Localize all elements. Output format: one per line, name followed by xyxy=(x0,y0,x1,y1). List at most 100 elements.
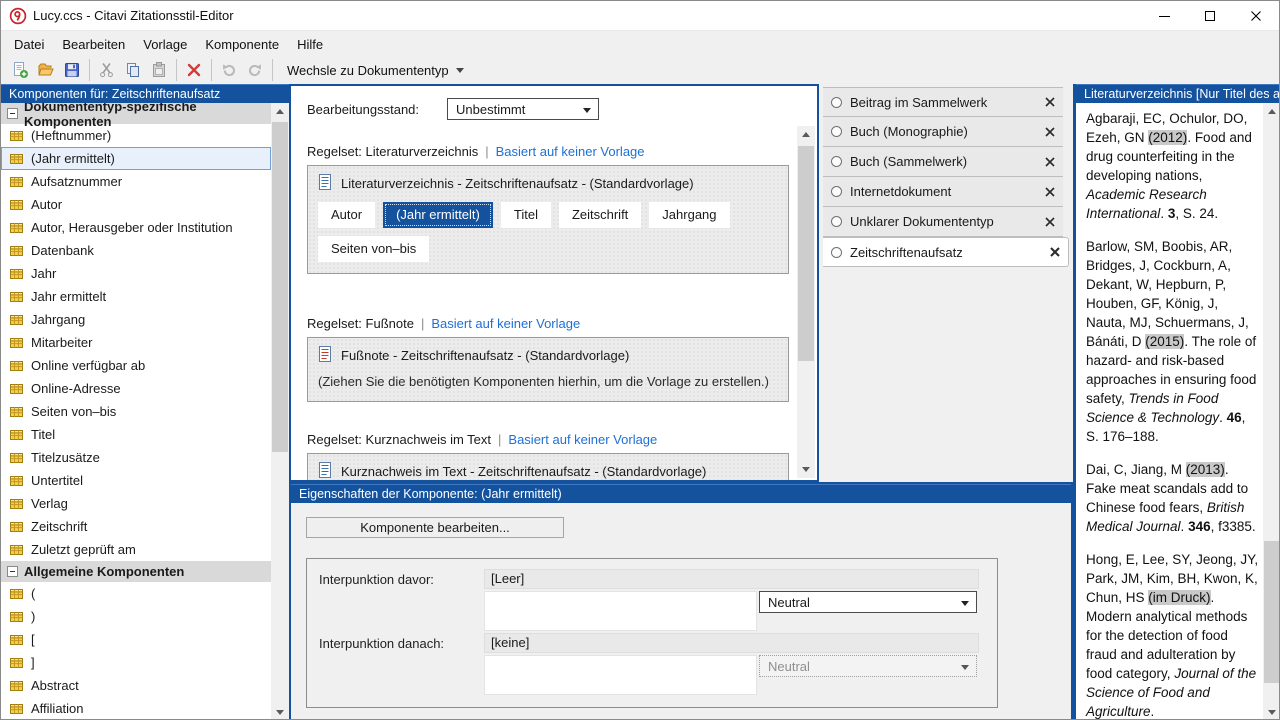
new-style-icon[interactable] xyxy=(7,58,33,82)
minimize-button[interactable] xyxy=(1141,1,1187,31)
component-item-mitarbeiter[interactable]: Mitarbeiter xyxy=(1,331,271,354)
edit-component-button[interactable]: Komponente bearbeiten... xyxy=(306,517,564,538)
menu-komponente[interactable]: Komponente xyxy=(196,34,288,55)
punctuation-after-value[interactable]: [keine] xyxy=(484,633,979,653)
sidebar-scrollbar[interactable] xyxy=(271,103,289,720)
delete-icon[interactable] xyxy=(181,58,207,82)
close-tab-icon[interactable] xyxy=(1045,217,1055,227)
template-chip-seiten-von-bis[interactable]: Seiten von–bis xyxy=(318,236,429,262)
template-chip-zeitschrift[interactable]: Zeitschrift xyxy=(559,202,641,228)
punctuation-after-input[interactable] xyxy=(484,655,757,695)
radio-icon[interactable] xyxy=(831,97,842,108)
component-item-abstract[interactable]: Abstract xyxy=(1,674,271,697)
tree-group-allgemeine-komponenten[interactable]: Allgemeine Komponenten xyxy=(1,561,271,582)
tree-group-dokumententyp-spezifische-komponenten[interactable]: Dokumententyp-spezifische Komponenten xyxy=(1,103,271,124)
template-chip-titel[interactable]: Titel xyxy=(501,202,551,228)
separator: | xyxy=(485,144,488,159)
component-item-affiliation[interactable]: Affiliation xyxy=(1,697,271,720)
close-button[interactable] xyxy=(1233,1,1279,31)
component-item-titel[interactable]: Titel xyxy=(1,423,271,446)
component-label: (Jahr ermittelt) xyxy=(31,151,115,166)
component-item-jahr[interactable]: Jahr xyxy=(1,262,271,285)
radio-icon[interactable] xyxy=(831,156,842,167)
template-title: Fußnote - Zeitschriftenaufsatz - (Standa… xyxy=(341,348,629,363)
doctype-tab-internetdokument[interactable]: Internetdokument xyxy=(823,177,1063,207)
scroll-down-icon[interactable] xyxy=(271,704,289,720)
template-chip-jahr-ermittelt[interactable]: (Jahr ermittelt) xyxy=(383,202,493,228)
punctuation-after-dropdown[interactable]: Neutral xyxy=(759,655,977,677)
collapse-icon[interactable] xyxy=(7,108,18,119)
scrollbar-thumb[interactable] xyxy=(1264,541,1280,683)
punctuation-before-value[interactable]: [Leer] xyxy=(484,569,979,589)
template-chip-jahrgang[interactable]: Jahrgang xyxy=(649,202,729,228)
scrollbar-thumb[interactable] xyxy=(798,146,814,361)
template-chip-autor[interactable]: Autor xyxy=(318,202,375,228)
component-item-item[interactable]: [ xyxy=(1,628,271,651)
scroll-up-icon[interactable] xyxy=(1263,103,1280,120)
close-tab-icon[interactable] xyxy=(1045,127,1055,137)
bibliography-scrollbar[interactable] xyxy=(1263,103,1280,720)
component-item-online-verfügbar-ab[interactable]: Online verfügbar ab xyxy=(1,354,271,377)
radio-icon[interactable] xyxy=(831,216,842,227)
scroll-up-icon[interactable] xyxy=(271,103,289,120)
component-item-autor-herausgeber-oder-institution[interactable]: Autor, Herausgeber oder Institution xyxy=(1,216,271,239)
based-on-template-link[interactable]: Basiert auf keiner Vorlage xyxy=(496,144,645,159)
doctype-tab-buch-sammelwerk[interactable]: Buch (Sammelwerk) xyxy=(823,147,1063,177)
component-item-zuletzt-geprüft-am[interactable]: Zuletzt geprüft am xyxy=(1,538,271,561)
save-icon[interactable] xyxy=(59,58,85,82)
cut-icon[interactable] xyxy=(94,58,120,82)
template-box[interactable]: Kurznachweis im Text - Zeitschriftenaufs… xyxy=(307,453,789,480)
close-tab-icon[interactable] xyxy=(1045,187,1055,197)
doctype-tab-unklarer-dokumententyp[interactable]: Unklarer Dokumententyp xyxy=(823,207,1063,237)
menu-vorlage[interactable]: Vorlage xyxy=(134,34,196,55)
paste-icon[interactable] xyxy=(146,58,172,82)
close-tab-icon[interactable] xyxy=(1045,157,1055,167)
close-tab-icon[interactable] xyxy=(1050,247,1060,257)
component-item-seiten-von-bis[interactable]: Seiten von–bis xyxy=(1,400,271,423)
open-icon[interactable] xyxy=(33,58,59,82)
switch-doctype-button[interactable]: Wechsle zu Dokumententyp xyxy=(277,59,474,82)
component-item-jahr-ermittelt[interactable]: (Jahr ermittelt) xyxy=(1,147,271,170)
scroll-down-icon[interactable] xyxy=(797,461,815,478)
radio-icon[interactable] xyxy=(831,126,842,137)
copy-icon[interactable] xyxy=(120,58,146,82)
template-box[interactable]: Fußnote - Zeitschriftenaufsatz - (Standa… xyxy=(307,337,789,402)
component-item-datenbank[interactable]: Datenbank xyxy=(1,239,271,262)
based-on-template-link[interactable]: Basiert auf keiner Vorlage xyxy=(431,316,580,331)
component-item-verlag[interactable]: Verlag xyxy=(1,492,271,515)
menu-bearbeiten[interactable]: Bearbeiten xyxy=(53,34,134,55)
component-item-item[interactable]: ) xyxy=(1,605,271,628)
editor-scrollbar[interactable] xyxy=(797,126,815,478)
scroll-down-icon[interactable] xyxy=(1263,704,1280,720)
component-item-jahr-ermittelt[interactable]: Jahr ermittelt xyxy=(1,285,271,308)
state-dropdown[interactable]: Unbestimmt xyxy=(447,98,599,120)
doctype-tab-zeitschriftenaufsatz[interactable]: Zeitschriftenaufsatz xyxy=(823,237,1069,267)
undo-icon[interactable] xyxy=(216,58,242,82)
component-item-titelzusätze[interactable]: Titelzusätze xyxy=(1,446,271,469)
punctuation-before-dropdown[interactable]: Neutral xyxy=(759,591,977,613)
component-item-item[interactable]: ( xyxy=(1,582,271,605)
close-tab-icon[interactable] xyxy=(1045,97,1055,107)
component-item-aufsatznummer[interactable]: Aufsatznummer xyxy=(1,170,271,193)
menu-hilfe[interactable]: Hilfe xyxy=(288,34,332,55)
scroll-up-icon[interactable] xyxy=(797,126,815,143)
collapse-icon[interactable] xyxy=(7,566,18,577)
component-item-item[interactable]: ] xyxy=(1,651,271,674)
component-item-online-adresse[interactable]: Online-Adresse xyxy=(1,377,271,400)
punctuation-before-input[interactable] xyxy=(484,591,757,631)
doctype-tab-buch-monographie[interactable]: Buch (Monographie) xyxy=(823,117,1063,147)
menu-datei[interactable]: Datei xyxy=(5,34,53,55)
component-item-untertitel[interactable]: Untertitel xyxy=(1,469,271,492)
component-item-zeitschrift[interactable]: Zeitschrift xyxy=(1,515,271,538)
toolbar-separator xyxy=(89,59,90,81)
maximize-button[interactable] xyxy=(1187,1,1233,31)
radio-icon[interactable] xyxy=(831,247,842,258)
doctype-tab-beitrag-im-sammelwerk[interactable]: Beitrag im Sammelwerk xyxy=(823,87,1063,117)
component-item-autor[interactable]: Autor xyxy=(1,193,271,216)
scrollbar-thumb[interactable] xyxy=(272,122,288,452)
component-item-jahrgang[interactable]: Jahrgang xyxy=(1,308,271,331)
redo-icon[interactable] xyxy=(242,58,268,82)
template-box[interactable]: Literaturverzeichnis - Zeitschriftenaufs… xyxy=(307,165,789,274)
based-on-template-link[interactable]: Basiert auf keiner Vorlage xyxy=(508,432,657,447)
radio-icon[interactable] xyxy=(831,186,842,197)
